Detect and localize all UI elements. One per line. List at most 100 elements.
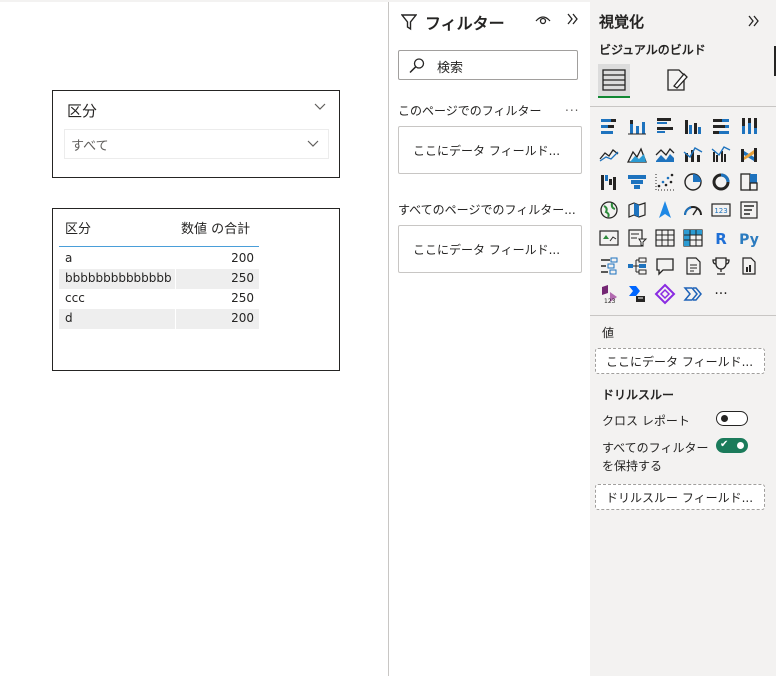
- filter-search-box[interactable]: 検索: [398, 50, 578, 80]
- slicer-dropdown[interactable]: すべて: [64, 129, 329, 159]
- eye-icon[interactable]: [535, 13, 551, 27]
- 100-bar-icon[interactable]: [710, 115, 732, 137]
- table-icon[interactable]: [654, 227, 676, 249]
- dropzone-label: ドリルスルー フィールド...: [606, 490, 754, 505]
- donut-icon[interactable]: [710, 171, 732, 193]
- drillthrough-dropzone[interactable]: ドリルスルー フィールド...: [595, 484, 765, 510]
- smart-narrative-icon[interactable]: [682, 255, 704, 277]
- build-visual-heading: ビジュアルのビルド: [599, 43, 706, 57]
- line-column-icon[interactable]: [682, 143, 704, 165]
- slicer-selected-value: すべて: [71, 138, 109, 154]
- metrics-icon[interactable]: [710, 255, 732, 277]
- chevron-down-icon[interactable]: [313, 100, 327, 114]
- svg-text:R: R: [715, 230, 727, 248]
- cell-value: 250: [231, 271, 254, 285]
- table-row[interactable]: d 200: [59, 309, 259, 329]
- table-row[interactable]: ccc 250: [59, 289, 259, 309]
- r-visual-icon[interactable]: R: [710, 227, 732, 249]
- values-dropzone[interactable]: ここにデータ フィールド...: [595, 348, 765, 374]
- cell-category: a: [65, 251, 73, 265]
- qna-icon[interactable]: [654, 255, 676, 277]
- svg-text:123: 123: [714, 207, 727, 215]
- cross-report-toggle[interactable]: [716, 411, 748, 426]
- paginated-report-icon[interactable]: [738, 255, 760, 277]
- collapse-chevron-icon[interactable]: [747, 14, 761, 28]
- funnel-icon[interactable]: [626, 171, 648, 193]
- matrix-icon[interactable]: [682, 227, 704, 249]
- filter-pane: フィルター 検索 このページでのフィルター ... ここにデータ フィールド..…: [388, 2, 590, 676]
- keep-filters-toggle[interactable]: ✔: [716, 438, 748, 453]
- cell-separator: [175, 269, 176, 289]
- search-icon: [409, 58, 425, 74]
- pane-divider: [590, 106, 776, 107]
- filter-pane-title: フィルター: [425, 14, 505, 33]
- slicer-visual[interactable]: 区分 すべて: [52, 90, 340, 178]
- stacked-column-icon[interactable]: [626, 115, 648, 137]
- cell-value: 200: [231, 251, 254, 265]
- drillthrough-heading: ドリルスルー: [602, 388, 675, 402]
- slicer-icon[interactable]: [626, 227, 648, 249]
- format-paintbrush-icon[interactable]: [662, 66, 690, 94]
- stacked-bar-icon[interactable]: [598, 115, 620, 137]
- power-apps-icon[interactable]: 123: [598, 283, 620, 305]
- scatter-icon[interactable]: [654, 171, 676, 193]
- table-build-icon: [602, 69, 626, 91]
- stacked-area-icon[interactable]: [654, 143, 676, 165]
- map-icon[interactable]: [598, 199, 620, 221]
- funnel-icon: [401, 14, 417, 31]
- decomposition-tree-icon[interactable]: [626, 255, 648, 277]
- more-visuals-icon[interactable]: ···: [710, 283, 732, 305]
- more-options-icon[interactable]: ...: [565, 100, 579, 114]
- page-filters-heading: このページでのフィルター: [398, 104, 542, 118]
- pie-icon[interactable]: [682, 171, 704, 193]
- table-row[interactable]: bbbbbbbbbbbbbb 250: [59, 269, 259, 289]
- diamond-visual-icon[interactable]: [654, 283, 676, 305]
- column-header-sum[interactable]: 数値 の合計: [181, 218, 250, 237]
- visualizations-pane: 視覚化 ビジュアルのビルド 123 R Py 123 ··· 値 ここにデータ フィール…: [590, 2, 776, 676]
- column-header-category[interactable]: 区分: [65, 218, 91, 237]
- chevron-down-icon: [307, 140, 319, 147]
- svg-text:123: 123: [604, 298, 616, 305]
- area-chart-icon[interactable]: [626, 143, 648, 165]
- python-visual-icon[interactable]: Py: [738, 227, 760, 249]
- azure-map-icon[interactable]: [654, 199, 676, 221]
- svg-text:···: ···: [714, 286, 727, 302]
- report-canvas[interactable]: 区分 すべて 区分 数値 の合計 a 200 bbbbbbbbbbbbbb 25…: [0, 2, 388, 676]
- all-pages-filters-heading: すべてのページでのフィルター...: [398, 203, 576, 217]
- multi-row-card-icon[interactable]: [738, 199, 760, 221]
- power-automate-icon[interactable]: [626, 283, 648, 305]
- chevron-visual-icon[interactable]: [682, 283, 704, 305]
- waterfall-icon[interactable]: [598, 171, 620, 193]
- line-chart-icon[interactable]: [598, 143, 620, 165]
- values-well-label: 値: [602, 326, 615, 340]
- tab-build-visual[interactable]: [598, 64, 630, 98]
- keep-filters-label: すべてのフィルター: [602, 441, 709, 455]
- kpi-icon[interactable]: [598, 227, 620, 249]
- ribbon-chart-icon[interactable]: [738, 143, 760, 165]
- key-influencers-icon[interactable]: [598, 255, 620, 277]
- card-icon[interactable]: 123: [710, 199, 732, 221]
- gauge-icon[interactable]: [682, 199, 704, 221]
- table-visual[interactable]: 区分 数値 の合計 a 200 bbbbbbbbbbbbbb 250 ccc 2…: [52, 208, 340, 371]
- collapse-chevron-icon[interactable]: [566, 12, 580, 26]
- line-clustered-column-icon[interactable]: [710, 143, 732, 165]
- treemap-icon[interactable]: [738, 171, 760, 193]
- slicer-header: 区分: [67, 102, 98, 120]
- clustered-column-icon[interactable]: [682, 115, 704, 137]
- 100-column-icon[interactable]: [738, 115, 760, 137]
- cell-category: d: [65, 311, 73, 325]
- visualizations-title: 視覚化: [599, 13, 645, 31]
- dropzone-label: ここにデータ フィールド...: [606, 354, 754, 369]
- cell-separator: [175, 309, 176, 329]
- search-input[interactable]: 検索: [437, 57, 463, 76]
- cell-category: bbbbbbbbbbbbbb: [65, 271, 172, 285]
- dropzone-label: ここにデータ フィールド...: [413, 143, 561, 158]
- cell-value: 250: [231, 291, 254, 305]
- filled-map-icon[interactable]: [626, 199, 648, 221]
- table-row[interactable]: a 200: [59, 249, 259, 269]
- page-filter-dropzone[interactable]: ここにデータ フィールド...: [398, 126, 582, 174]
- header-divider: [59, 246, 259, 247]
- clustered-bar-icon[interactable]: [654, 115, 676, 137]
- pane-divider: [590, 315, 776, 316]
- all-pages-filter-dropzone[interactable]: ここにデータ フィールド...: [398, 225, 582, 273]
